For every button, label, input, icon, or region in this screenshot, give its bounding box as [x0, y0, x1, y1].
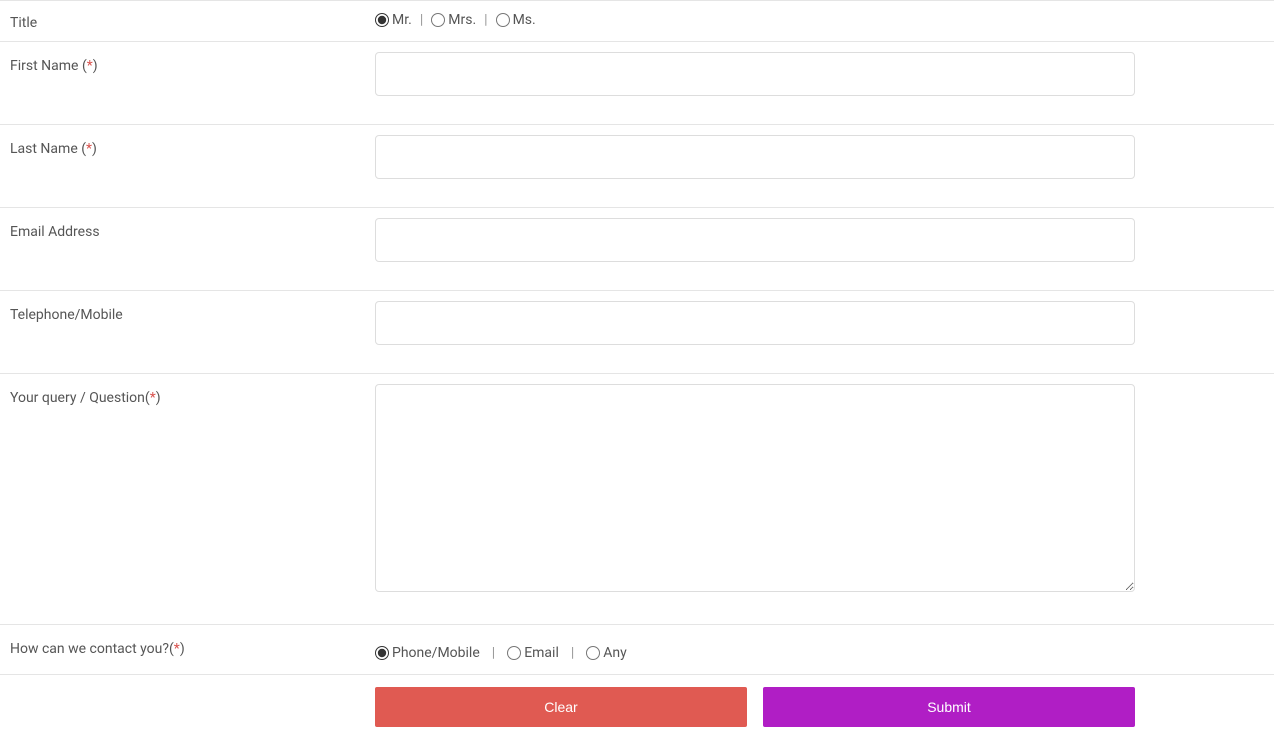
last-name-label-text: Last Name ( — [10, 141, 86, 157]
contact-radio-phone-item: Phone/Mobile — [375, 645, 480, 661]
last-name-input[interactable] — [375, 135, 1135, 179]
query-row: Your query / Question(*) — [0, 374, 1274, 625]
title-label: Title — [10, 9, 375, 31]
query-control — [375, 384, 1264, 596]
contact-label-text: How can we contact you?( — [10, 641, 174, 657]
title-radio-mrs-item: Mrs. — [431, 12, 476, 28]
title-radio-mr-label[interactable]: Mr. — [392, 12, 412, 28]
button-row: Clear Submit — [0, 675, 1274, 737]
first-name-row: First Name (*) — [0, 42, 1274, 125]
contact-control: Phone/Mobile | Email | Any — [375, 635, 1264, 661]
email-label: Email Address — [10, 218, 375, 240]
contact-separator-2: | — [571, 645, 574, 661]
title-radio-mrs-label[interactable]: Mrs. — [448, 12, 476, 28]
first-name-label-text: First Name ( — [10, 58, 87, 74]
first-name-input[interactable] — [375, 52, 1135, 96]
contact-radio-group: Phone/Mobile | Email | Any — [375, 635, 1264, 661]
email-row: Email Address — [0, 208, 1274, 291]
last-name-control — [375, 135, 1264, 179]
contact-paren: ) — [180, 641, 185, 657]
title-separator-2: | — [484, 12, 487, 28]
title-radio-ms-label[interactable]: Ms. — [513, 12, 536, 28]
contact-separator-1: | — [492, 645, 495, 661]
title-radio-mr-item: Mr. — [375, 12, 412, 28]
submit-button[interactable]: Submit — [763, 687, 1135, 727]
title-control: Mr. | Mrs. | Ms. — [375, 9, 1264, 28]
query-label: Your query / Question(*) — [10, 384, 375, 406]
title-row: Title Mr. | Mrs. | Ms. — [0, 0, 1274, 42]
clear-button[interactable]: Clear — [375, 687, 747, 727]
contact-radio-phone[interactable] — [375, 646, 389, 660]
contact-label: How can we contact you?(*) — [10, 635, 375, 657]
contact-radio-email-label[interactable]: Email — [524, 645, 559, 661]
title-radio-mr[interactable] — [375, 13, 389, 27]
last-name-paren: ) — [92, 141, 97, 157]
contact-radio-any-item: Any — [586, 645, 627, 661]
telephone-input[interactable] — [375, 301, 1135, 345]
query-label-text: Your query / Question( — [10, 390, 150, 406]
first-name-paren: ) — [93, 58, 98, 74]
title-separator-1: | — [420, 12, 423, 28]
contact-radio-any[interactable] — [586, 646, 600, 660]
query-paren: ) — [156, 390, 161, 406]
last-name-row: Last Name (*) — [0, 125, 1274, 208]
contact-radio-email-item: Email — [507, 645, 559, 661]
contact-radio-any-label[interactable]: Any — [603, 645, 627, 661]
telephone-label: Telephone/Mobile — [10, 301, 375, 323]
title-radio-mrs[interactable] — [431, 13, 445, 27]
last-name-label: Last Name (*) — [10, 135, 375, 157]
email-control — [375, 218, 1264, 262]
query-textarea[interactable] — [375, 384, 1135, 592]
first-name-control — [375, 52, 1264, 96]
title-radio-ms-item: Ms. — [496, 12, 536, 28]
telephone-control — [375, 301, 1264, 345]
title-radio-group: Mr. | Mrs. | Ms. — [375, 9, 1264, 28]
contact-form: Title Mr. | Mrs. | Ms. — [0, 0, 1274, 737]
email-input[interactable] — [375, 218, 1135, 262]
first-name-label: First Name (*) — [10, 52, 375, 74]
telephone-row: Telephone/Mobile — [0, 291, 1274, 374]
title-radio-ms[interactable] — [496, 13, 510, 27]
contact-radio-phone-label[interactable]: Phone/Mobile — [392, 645, 480, 661]
contact-row: How can we contact you?(*) Phone/Mobile … — [0, 625, 1274, 675]
contact-radio-email[interactable] — [507, 646, 521, 660]
